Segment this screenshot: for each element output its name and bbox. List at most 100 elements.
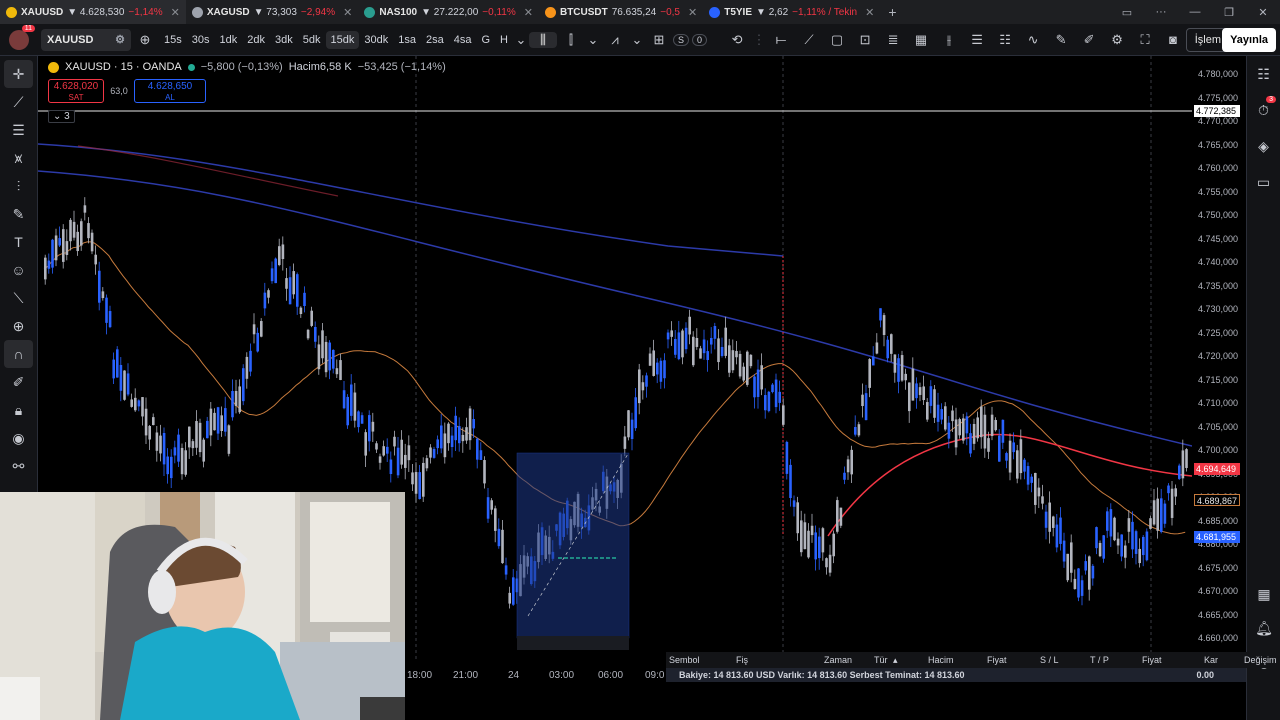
bar-type-icon[interactable]: ⫿ [557,32,585,48]
close-icon[interactable]: ✕ [171,6,180,19]
brush-tool-icon[interactable]: ✎ [0,200,37,228]
interval-3dk[interactable]: 3dk [270,31,298,49]
col-volume[interactable]: Hacim [928,655,954,665]
emoji-tool-icon[interactable]: ☺ [0,256,37,284]
close-icon[interactable]: ✕ [688,6,697,19]
interval-15dk[interactable]: 15dk [325,30,360,49]
price-axis[interactable]: 4.780,000 4.775,000 4.770,000 4.765,000 4.76… [1192,56,1246,660]
drag-handle-icon[interactable]: ⋮ [751,32,767,48]
short-position-icon[interactable]: ☷ [991,32,1019,48]
fib-tool-icon[interactable]: ☰ [0,116,37,144]
brush-icon[interactable]: ✎ [1047,32,1075,48]
layers-icon[interactable]: ◈ [1247,128,1280,164]
counter-s[interactable]: S [672,33,689,46]
col-type[interactable]: Tür [874,655,888,665]
time-axis[interactable]: 18:00 21:00 24 03:00 06:00 09:0 [405,670,665,690]
close-window-icon[interactable]: ✕ [1246,6,1280,19]
horizontal-line-icon[interactable]: ⟝ [767,32,795,48]
sell-button[interactable]: 4.628,020 SAT [48,79,104,103]
settings-icon[interactable]: ⚙ [1103,32,1131,48]
buy-button[interactable]: 4.628,650 AL [134,79,206,103]
tab-nas100[interactable]: NAS100 ▼ 27.222,00 −0,11% ✕ [358,0,539,24]
position-icon[interactable]: ⊡ [851,32,879,48]
candle-body [303,292,306,306]
more-icon[interactable]: ··· [1144,6,1178,18]
chat-icon[interactable]: ▭ [1247,164,1280,200]
fib-icon[interactable]: ≣ [879,32,907,48]
col-sl[interactable]: S / L [1040,655,1059,665]
screen-icon[interactable]: ▭ [1110,6,1144,19]
lock-icon[interactable]: 🔒︎ [0,396,37,424]
col-profit[interactable]: Kar [1204,655,1218,665]
prediction-tool-icon[interactable]: ⫶ [0,172,37,200]
chevron-down-icon[interactable]: ⌄ [513,32,529,48]
watchlist-icon[interactable]: ☷ [1247,56,1280,92]
col-ticket[interactable]: Fiş [736,655,748,665]
interval-15s[interactable]: 15s [159,31,187,49]
interval-g[interactable]: G [476,31,495,49]
pattern-tool-icon[interactable]: ⩙ [0,144,37,172]
tab-xauusd[interactable]: XAUUSD ▼ 4.628,530 −1,14% ✕ [0,0,186,24]
eye-icon[interactable]: ◉ [0,424,37,452]
zoom-icon[interactable]: ⊕ [0,312,37,340]
close-icon[interactable]: ✕ [343,6,352,19]
counter-zero[interactable]: 0 [692,33,708,46]
interval-h[interactable]: H [495,31,513,49]
line-tool-icon[interactable]: ⟋ [0,88,37,116]
close-icon[interactable]: ✕ [865,6,874,19]
interval-5dk[interactable]: 5dk [298,31,326,49]
interval-30s[interactable]: 30s [187,31,215,49]
chevron-down-icon[interactable]: ⌄ [585,32,601,48]
interval-1dk[interactable]: 1dk [215,31,243,49]
tab-t5yie[interactable]: T5YIE ▼ 2,62 −1,11% / Tekin ✕ [703,0,880,24]
col-time[interactable]: Zaman [824,655,852,665]
ruler-icon[interactable]: ⟍ [0,284,37,312]
tab-xagusd[interactable]: XAGUSD ▼ 73,303 −2,94% ✕ [186,0,358,24]
grid-icon[interactable]: ▦ [907,32,935,48]
layout-icon[interactable]: ⊞ [645,32,673,48]
replay-icon[interactable]: ⟲ [723,32,751,48]
link-icon[interactable]: ⚯ [0,452,37,480]
publish-button[interactable]: Yayınla [1222,28,1276,52]
candles-icon[interactable]: ⫼ [528,31,557,48]
col-price-current[interactable]: Fiyat [1142,655,1162,665]
col-price[interactable]: Fiyat [987,655,1007,665]
crosshair-icon[interactable]: ✛ [4,60,33,88]
add-symbol-icon[interactable]: ⊕ [131,32,159,48]
vertical-line-icon[interactable]: ⫲ [935,32,963,48]
camera-icon[interactable]: ◙ [1159,32,1187,47]
calendar-icon[interactable]: ▦ [1247,576,1280,612]
new-tab-button[interactable]: + [880,4,904,20]
chevron-down-icon[interactable]: ⌄ [629,32,645,48]
fullscreen-icon[interactable]: ⛶ [1131,32,1159,48]
col-tp[interactable]: T / P [1090,655,1109,665]
alerts-icon[interactable]: ⏱ 3 [1247,92,1280,128]
magnet-icon[interactable]: ∩ [4,340,33,368]
close-icon[interactable]: ✕ [524,6,533,19]
interval-2dk[interactable]: 2dk [242,31,270,49]
lock-draw-icon[interactable]: ✐ [0,368,37,396]
path-icon[interactable]: ∿ [1019,32,1047,48]
interval-30dk[interactable]: 30dk [359,31,393,49]
pen-icon[interactable]: ✐ [1075,32,1103,48]
long-position-icon[interactable]: ☰ [963,32,991,48]
col-symbol[interactable]: Sembol [669,655,700,665]
trend-line-icon[interactable]: ⟋ [795,32,823,48]
bell-icon[interactable]: 🔔︎ [1247,610,1280,646]
interval-2sa[interactable]: 2sa [421,31,449,49]
candle-body [454,415,457,441]
symbol-search[interactable]: XAUUSD ⚙ [41,28,131,51]
indicator-collapse-toggle[interactable]: ⌄ 3 [48,110,75,123]
rectangle-icon[interactable]: ▢ [823,32,851,48]
indicators-icon[interactable]: ⩘ [601,32,629,48]
settings-icon[interactable]: ⚙ [115,33,125,46]
interval-1sa[interactable]: 1sa [393,31,421,49]
candle-body [310,310,313,326]
minimize-icon[interactable]: — [1178,6,1212,18]
interval-4sa[interactable]: 4sa [449,31,477,49]
tab-btcusdt[interactable]: BTCUSDT 76.635,24 −0,5 ✕ [539,0,703,24]
col-change[interactable]: Değişim [1244,655,1277,665]
avatar[interactable]: 11 [9,24,35,50]
text-tool-icon[interactable]: T [0,228,37,256]
restore-icon[interactable]: ❐ [1212,6,1246,19]
